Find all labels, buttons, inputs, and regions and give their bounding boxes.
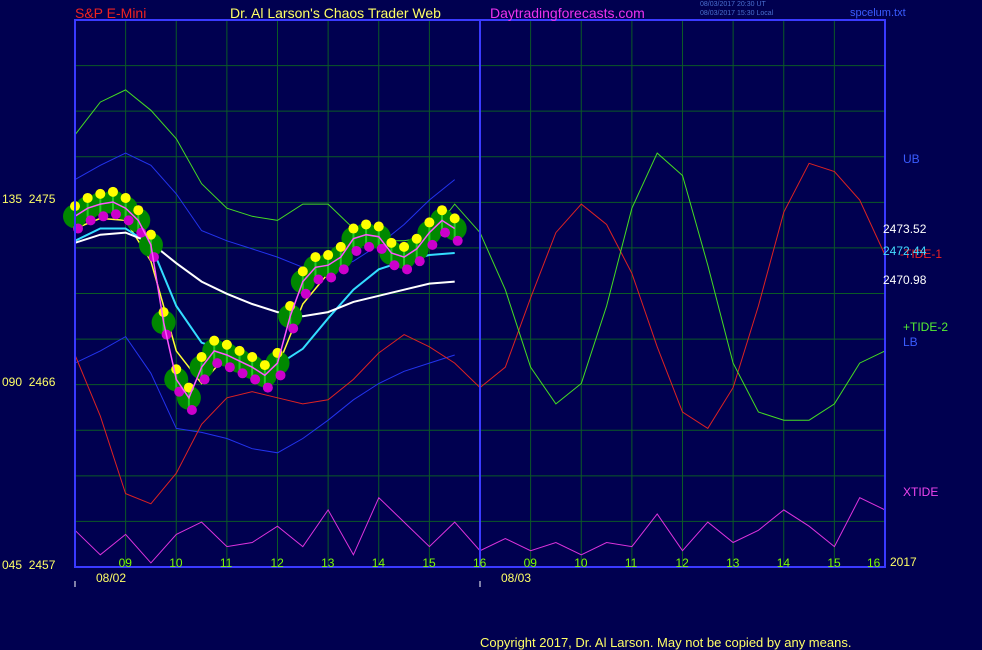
hour-label: 14 xyxy=(371,556,386,570)
price-high-dot xyxy=(247,351,258,362)
price-label-2: 2472.44 xyxy=(883,244,927,258)
year-label: 2017 xyxy=(890,555,917,569)
price-low-dot xyxy=(440,227,451,238)
price-low-dot xyxy=(224,362,235,373)
price-high-dot xyxy=(411,233,422,244)
y-label-2466: 090 2466 xyxy=(2,375,55,389)
price-high-dot xyxy=(234,345,245,356)
price-low-dot xyxy=(402,264,413,275)
price-label-1: 2473.52 xyxy=(883,222,927,236)
timestamp-ut: 08/03/2017 20:30 UT xyxy=(700,1,766,8)
price-low-dot xyxy=(364,241,375,252)
price-high-dot xyxy=(209,335,220,346)
price-low-dot xyxy=(110,209,121,220)
data-file-label: spcelum.txt xyxy=(850,7,906,19)
y-code-135: 135 xyxy=(2,192,23,206)
price-high-dot xyxy=(437,205,448,216)
site-link[interactable]: Daytradingforecasts.com xyxy=(490,5,645,21)
price-high-dot xyxy=(424,217,435,228)
price-low-dot xyxy=(427,239,438,250)
hour-label: 11 xyxy=(219,556,233,570)
hour-label: 10 xyxy=(169,556,183,570)
price-low-dot xyxy=(300,288,311,299)
price-low-dot xyxy=(414,256,425,267)
price-high-dot xyxy=(196,351,207,362)
chart-root: S&P E-Mini Dr. Al Larson's Chaos Trader … xyxy=(0,0,982,650)
y-label-2475: 135 2475 xyxy=(2,192,55,206)
price-high-dot xyxy=(449,213,460,224)
chart-title: Dr. Al Larson's Chaos Trader Web xyxy=(230,5,441,21)
price-high-dot xyxy=(297,266,308,277)
price-high-dot xyxy=(120,192,131,203)
hour-label: 13 xyxy=(726,556,740,570)
price-high-dot xyxy=(348,223,359,234)
price-high-dot xyxy=(107,186,118,197)
symbol-label: S&P E-Mini xyxy=(75,5,147,21)
price-low-dot xyxy=(326,272,337,283)
price-low-dot xyxy=(389,260,400,271)
price-high-dot xyxy=(221,339,232,350)
price-high-dot xyxy=(323,250,334,261)
date-label-day1: 08/02 xyxy=(96,571,127,585)
price-high-dot xyxy=(259,360,270,371)
price-low-dot xyxy=(85,215,96,226)
price-high-dot xyxy=(310,252,321,263)
timestamp-local: 08/03/2017 15:30 Local xyxy=(700,10,774,17)
price-high-dot xyxy=(95,188,106,199)
y-price-2457: 2457 xyxy=(28,558,56,572)
price-low-dot xyxy=(123,215,134,226)
y-label-2457: 045 2457 xyxy=(2,558,55,572)
xtide-label: XTIDE xyxy=(903,485,939,499)
date-label-day2: 08/03 xyxy=(501,571,532,585)
price-low-dot xyxy=(275,370,286,381)
price-high-dot xyxy=(82,192,93,203)
hour-label: 15 xyxy=(422,556,436,570)
price-high-dot xyxy=(158,307,169,318)
tide2-label: +TIDE-2 xyxy=(903,320,949,334)
price-low-dot xyxy=(262,382,273,393)
price-high-dot xyxy=(335,241,346,252)
price-high-dot xyxy=(399,241,410,252)
y-code-045: 045 xyxy=(2,558,23,572)
hour-label: 09 xyxy=(118,556,132,570)
price-high-dot xyxy=(133,205,144,216)
price-low-dot xyxy=(452,235,463,246)
hour-label: 14 xyxy=(776,556,791,570)
hour-label: 10 xyxy=(574,556,588,570)
price-label-3: 2470.98 xyxy=(883,273,927,287)
price-high-dot xyxy=(386,237,397,248)
copyright-notice: Copyright 2017, Dr. Al Larson. May not b… xyxy=(480,635,852,650)
hour-label: 13 xyxy=(321,556,335,570)
hour-label: 11 xyxy=(624,556,638,570)
price-low-dot xyxy=(199,374,210,385)
hour-label: 16 xyxy=(473,556,487,570)
price-low-dot xyxy=(237,368,248,379)
price-low-dot xyxy=(351,245,362,256)
hour-label: 12 xyxy=(270,556,284,570)
price-high-dot xyxy=(361,219,372,230)
price-chart xyxy=(63,19,886,587)
price-low-dot xyxy=(212,358,223,369)
price-low-dot xyxy=(288,323,299,334)
price-low-dot xyxy=(313,274,324,285)
price-low-dot xyxy=(186,405,197,416)
y-price-2466: 2466 xyxy=(28,375,56,389)
hour-label: 09 xyxy=(523,556,537,570)
y-code-090: 090 xyxy=(2,375,23,389)
hour-label: 16 xyxy=(867,556,881,570)
ub-label: UB xyxy=(903,152,920,166)
price-low-dot xyxy=(250,374,261,385)
price-low-dot xyxy=(98,211,109,222)
hour-label: 15 xyxy=(827,556,841,570)
price-high-dot xyxy=(373,221,384,232)
hour-label: 12 xyxy=(675,556,689,570)
price-low-dot xyxy=(338,264,349,275)
lb-label: LB xyxy=(903,335,918,349)
y-price-2475: 2475 xyxy=(28,192,56,206)
